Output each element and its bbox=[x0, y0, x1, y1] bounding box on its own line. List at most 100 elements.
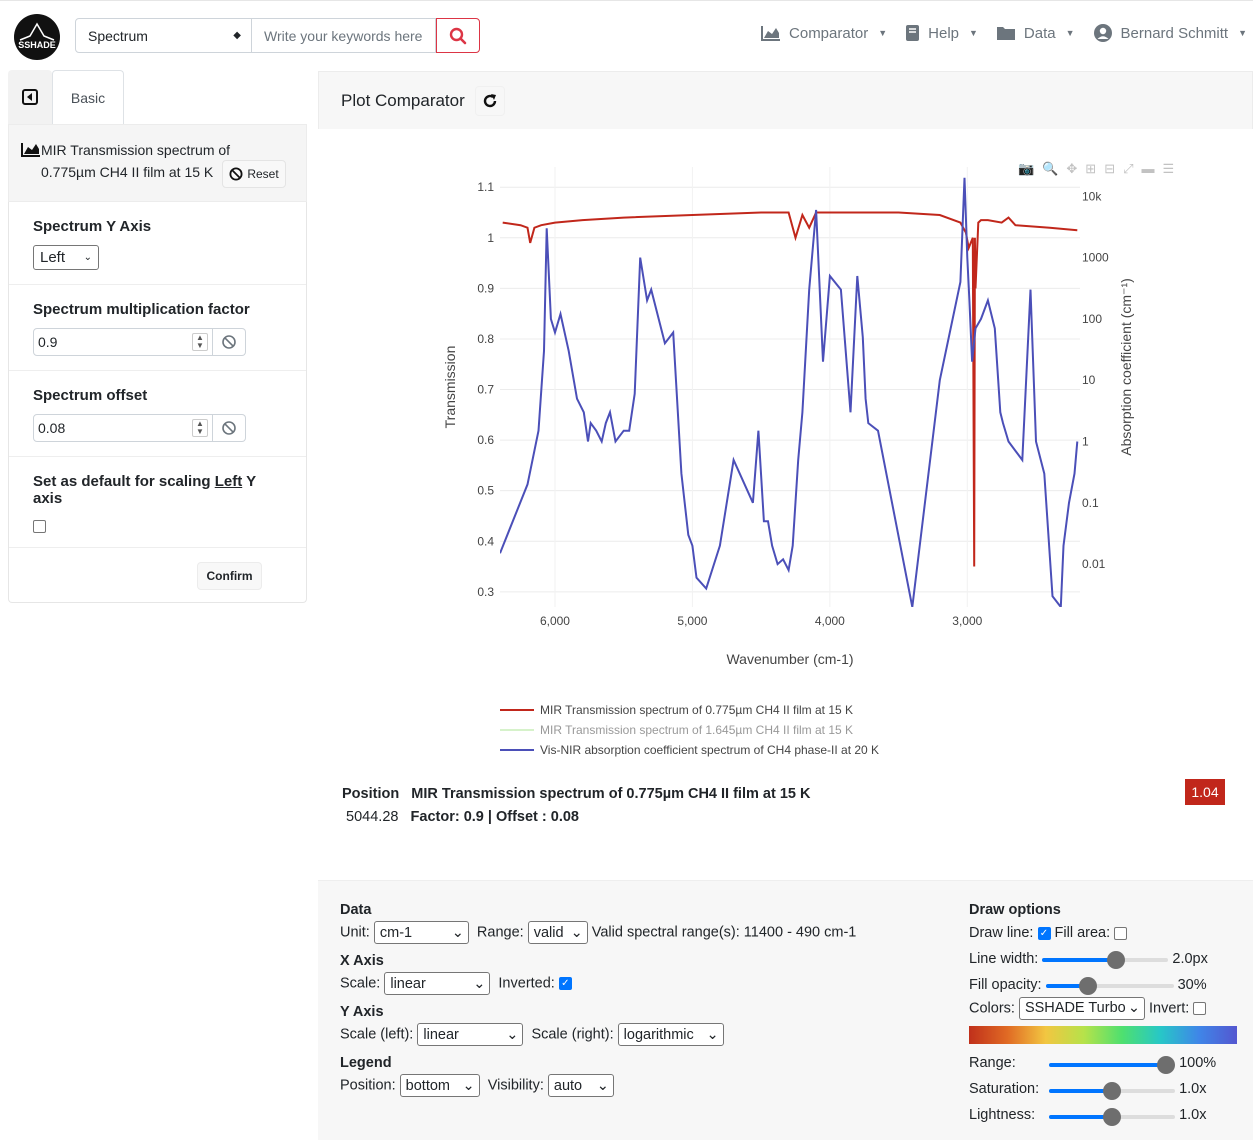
updown-icon: ◆ bbox=[233, 30, 241, 41]
y-axis-select[interactable]: Left ⌄ bbox=[33, 245, 99, 270]
series-line-2 bbox=[500, 177, 1079, 607]
nav-menu: Comparator ▼ Help ▼ Data ▼ Bernard Schmitt ▼ bbox=[761, 23, 1247, 43]
multiplication-input[interactable]: 0.9 ▲ ▼ bbox=[33, 328, 213, 356]
line-width-row: Line width: 2.0px bbox=[969, 948, 1239, 971]
legend-position-select[interactable]: bottom ⌄ bbox=[399, 1074, 480, 1097]
colors-value: SSHADE Turbo bbox=[1024, 1000, 1126, 1016]
chevron-down-icon: ⌄ bbox=[451, 924, 464, 941]
search-button[interactable] bbox=[436, 18, 480, 53]
zoom-out-icon[interactable]: ⊟ bbox=[1104, 161, 1115, 177]
y-axis-value: Left bbox=[40, 249, 66, 266]
offset-section: Spectrum offset 0.08 ▲ ▼ bbox=[9, 371, 306, 457]
y-left-tick-label: 1 bbox=[487, 231, 494, 245]
nav-data[interactable]: Data ▼ bbox=[996, 25, 1075, 42]
yscale-right-select[interactable]: logarithmic ⌄ bbox=[617, 1023, 724, 1046]
inverted-checkbox[interactable]: ✓ bbox=[558, 977, 572, 990]
legend-item[interactable]: MIR Transmission spectrum of 1.645µm CH4… bbox=[500, 720, 879, 740]
offset-input[interactable]: 0.08 ▲ ▼ bbox=[33, 414, 213, 442]
line-width-slider[interactable] bbox=[1042, 951, 1169, 970]
value-badge: 1.04 bbox=[1185, 779, 1225, 805]
fill-area-label: Fill area: bbox=[1054, 925, 1111, 941]
legend-heading: Legend bbox=[340, 1055, 392, 1071]
lightness-slider[interactable] bbox=[1049, 1107, 1176, 1126]
colors-label: Colors: bbox=[969, 1000, 1015, 1017]
caret-down-icon: ▼ bbox=[878, 28, 888, 38]
camera-icon[interactable]: 📷 bbox=[1018, 161, 1034, 177]
plot-legend: MIR Transmission spectrum of 0.775µm CH4… bbox=[500, 700, 879, 760]
hover-closest-icon[interactable]: ▬ bbox=[1142, 161, 1155, 177]
lightness-label: Lightness: bbox=[969, 1107, 1036, 1124]
hover-compare-icon[interactable]: ☰ bbox=[1163, 161, 1175, 177]
colors-row: Colors: SSHADE Turbo ⌄ Invert: bbox=[969, 997, 1239, 1020]
fill-area-checkbox[interactable] bbox=[1114, 926, 1128, 940]
reset-label: Reset bbox=[247, 167, 279, 181]
search-input[interactable] bbox=[252, 18, 436, 53]
area-chart-icon bbox=[21, 143, 40, 157]
default-scaling-pre: Set as default for scaling bbox=[33, 473, 215, 490]
offset-row: 0.08 ▲ ▼ bbox=[33, 414, 284, 442]
nav-help[interactable]: Help ▼ bbox=[905, 24, 978, 42]
legend-item[interactable]: MIR Transmission spectrum of 0.775µm CH4… bbox=[500, 700, 879, 720]
chevron-down-icon: ⌄ bbox=[570, 924, 583, 941]
draw-heading: Draw options bbox=[969, 902, 1061, 918]
factor-offset: Factor: 0.9 | Offset : 0.08 bbox=[410, 809, 579, 825]
legend-label: MIR Transmission spectrum of 1.645µm CH4… bbox=[540, 723, 854, 737]
confirm-button[interactable]: Confirm bbox=[197, 562, 262, 590]
plot-comparator-panel: Plot Comparator 0.3 0.4 0.5 0.6 0.7 0.8 0.9 1 1.… bbox=[318, 71, 1253, 1140]
offset-value: 0.08 bbox=[38, 420, 66, 436]
nav-comparator[interactable]: Comparator ▼ bbox=[761, 25, 887, 42]
draw-options: Draw options Draw line: ✓ Fill area: Lin… bbox=[969, 899, 1239, 1127]
draw-line-checkbox[interactable]: ✓ bbox=[1037, 926, 1051, 940]
saturation-slider[interactable] bbox=[1049, 1081, 1176, 1100]
legend-label: MIR Transmission spectrum of 0.775µm CH4… bbox=[540, 703, 854, 717]
sshade-logo[interactable]: SSHADE bbox=[14, 14, 60, 60]
tab-basic[interactable]: Basic bbox=[52, 70, 124, 125]
legend-item[interactable]: Vis-NIR absorption coefficient spectrum … bbox=[500, 740, 879, 760]
y-left-tick-label: 0.6 bbox=[477, 433, 494, 447]
range-slider[interactable] bbox=[1049, 1055, 1176, 1074]
unit-select[interactable]: cm-1 ⌄ bbox=[373, 921, 469, 944]
x-tick-label: 6,000 bbox=[540, 614, 570, 628]
colors-select[interactable]: SSHADE Turbo ⌄ bbox=[1018, 997, 1145, 1020]
invert-colors-checkbox[interactable] bbox=[1193, 1002, 1207, 1015]
zoom-icon[interactable]: 🔍 bbox=[1042, 161, 1058, 177]
multiplication-label: Spectrum multiplication factor bbox=[33, 301, 250, 318]
spinner-icon[interactable]: ▲ ▼ bbox=[192, 419, 208, 437]
y-right-tick-label: 0.1 bbox=[1082, 496, 1099, 510]
range-select[interactable]: valid ⌄ bbox=[527, 921, 588, 944]
refresh-button[interactable] bbox=[474, 85, 505, 116]
spinner-icon[interactable]: ▲ ▼ bbox=[192, 333, 208, 351]
xaxis-heading: X Axis bbox=[340, 953, 384, 969]
left-panel: Basic MIR Transmission spectrum of 0.775… bbox=[8, 70, 307, 603]
xscale-select[interactable]: linear ⌄ bbox=[384, 972, 491, 995]
clear-multiplication-button[interactable] bbox=[213, 328, 246, 356]
spectrum-title: MIR Transmission spectrum of 0.775µm CH4… bbox=[41, 142, 231, 180]
clear-offset-button[interactable] bbox=[213, 414, 246, 442]
zoom-in-icon[interactable]: ⊞ bbox=[1085, 161, 1096, 177]
autoscale-icon[interactable]: ⤢ bbox=[1123, 161, 1133, 177]
yaxis-row: Scale (left): linear ⌄ Scale (right): log… bbox=[340, 1023, 856, 1046]
confirm-row: Confirm bbox=[9, 548, 306, 602]
saturation-row: Saturation: 1.0x bbox=[969, 1078, 1239, 1101]
plot-area[interactable]: 0.3 0.4 0.5 0.6 0.7 0.8 0.9 1 1.1 6,000 5,000 4,000… bbox=[318, 129, 1253, 699]
collapse-panel-button[interactable] bbox=[8, 70, 52, 124]
top-navbar: SSHADE Spectrum ◆ Comparator ▼ bbox=[0, 0, 1253, 64]
legend-visibility-select[interactable]: auto ⌄ bbox=[547, 1074, 614, 1097]
nav-user[interactable]: Bernard Schmitt ▼ bbox=[1093, 23, 1247, 43]
yscale-left-select[interactable]: linear ⌄ bbox=[417, 1023, 524, 1046]
valid-range-text: Valid spectral range(s): 11400 - 490 cm-… bbox=[591, 924, 857, 941]
legend-swatch bbox=[500, 709, 534, 711]
fill-opacity-slider[interactable] bbox=[1045, 977, 1174, 996]
data-heading: Data bbox=[340, 902, 372, 918]
lightness-row: Lightness: 1.0x bbox=[969, 1104, 1239, 1127]
y-right-tick-label: 0.01 bbox=[1082, 557, 1106, 571]
pan-icon[interactable]: ✥ bbox=[1066, 161, 1077, 177]
reset-button[interactable]: Reset bbox=[222, 160, 286, 188]
search-type-select[interactable]: Spectrum ◆ bbox=[75, 18, 252, 53]
colorscale-gradient bbox=[969, 1026, 1237, 1045]
y-axis-section: Spectrum Y Axis Left ⌄ bbox=[9, 202, 306, 285]
default-scaling-checkbox[interactable] bbox=[33, 519, 46, 533]
caret-down-icon: ▼ bbox=[1065, 28, 1075, 38]
y-left-tick-label: 0.3 bbox=[477, 585, 494, 599]
chevron-down-icon: ⌄ bbox=[473, 975, 486, 992]
